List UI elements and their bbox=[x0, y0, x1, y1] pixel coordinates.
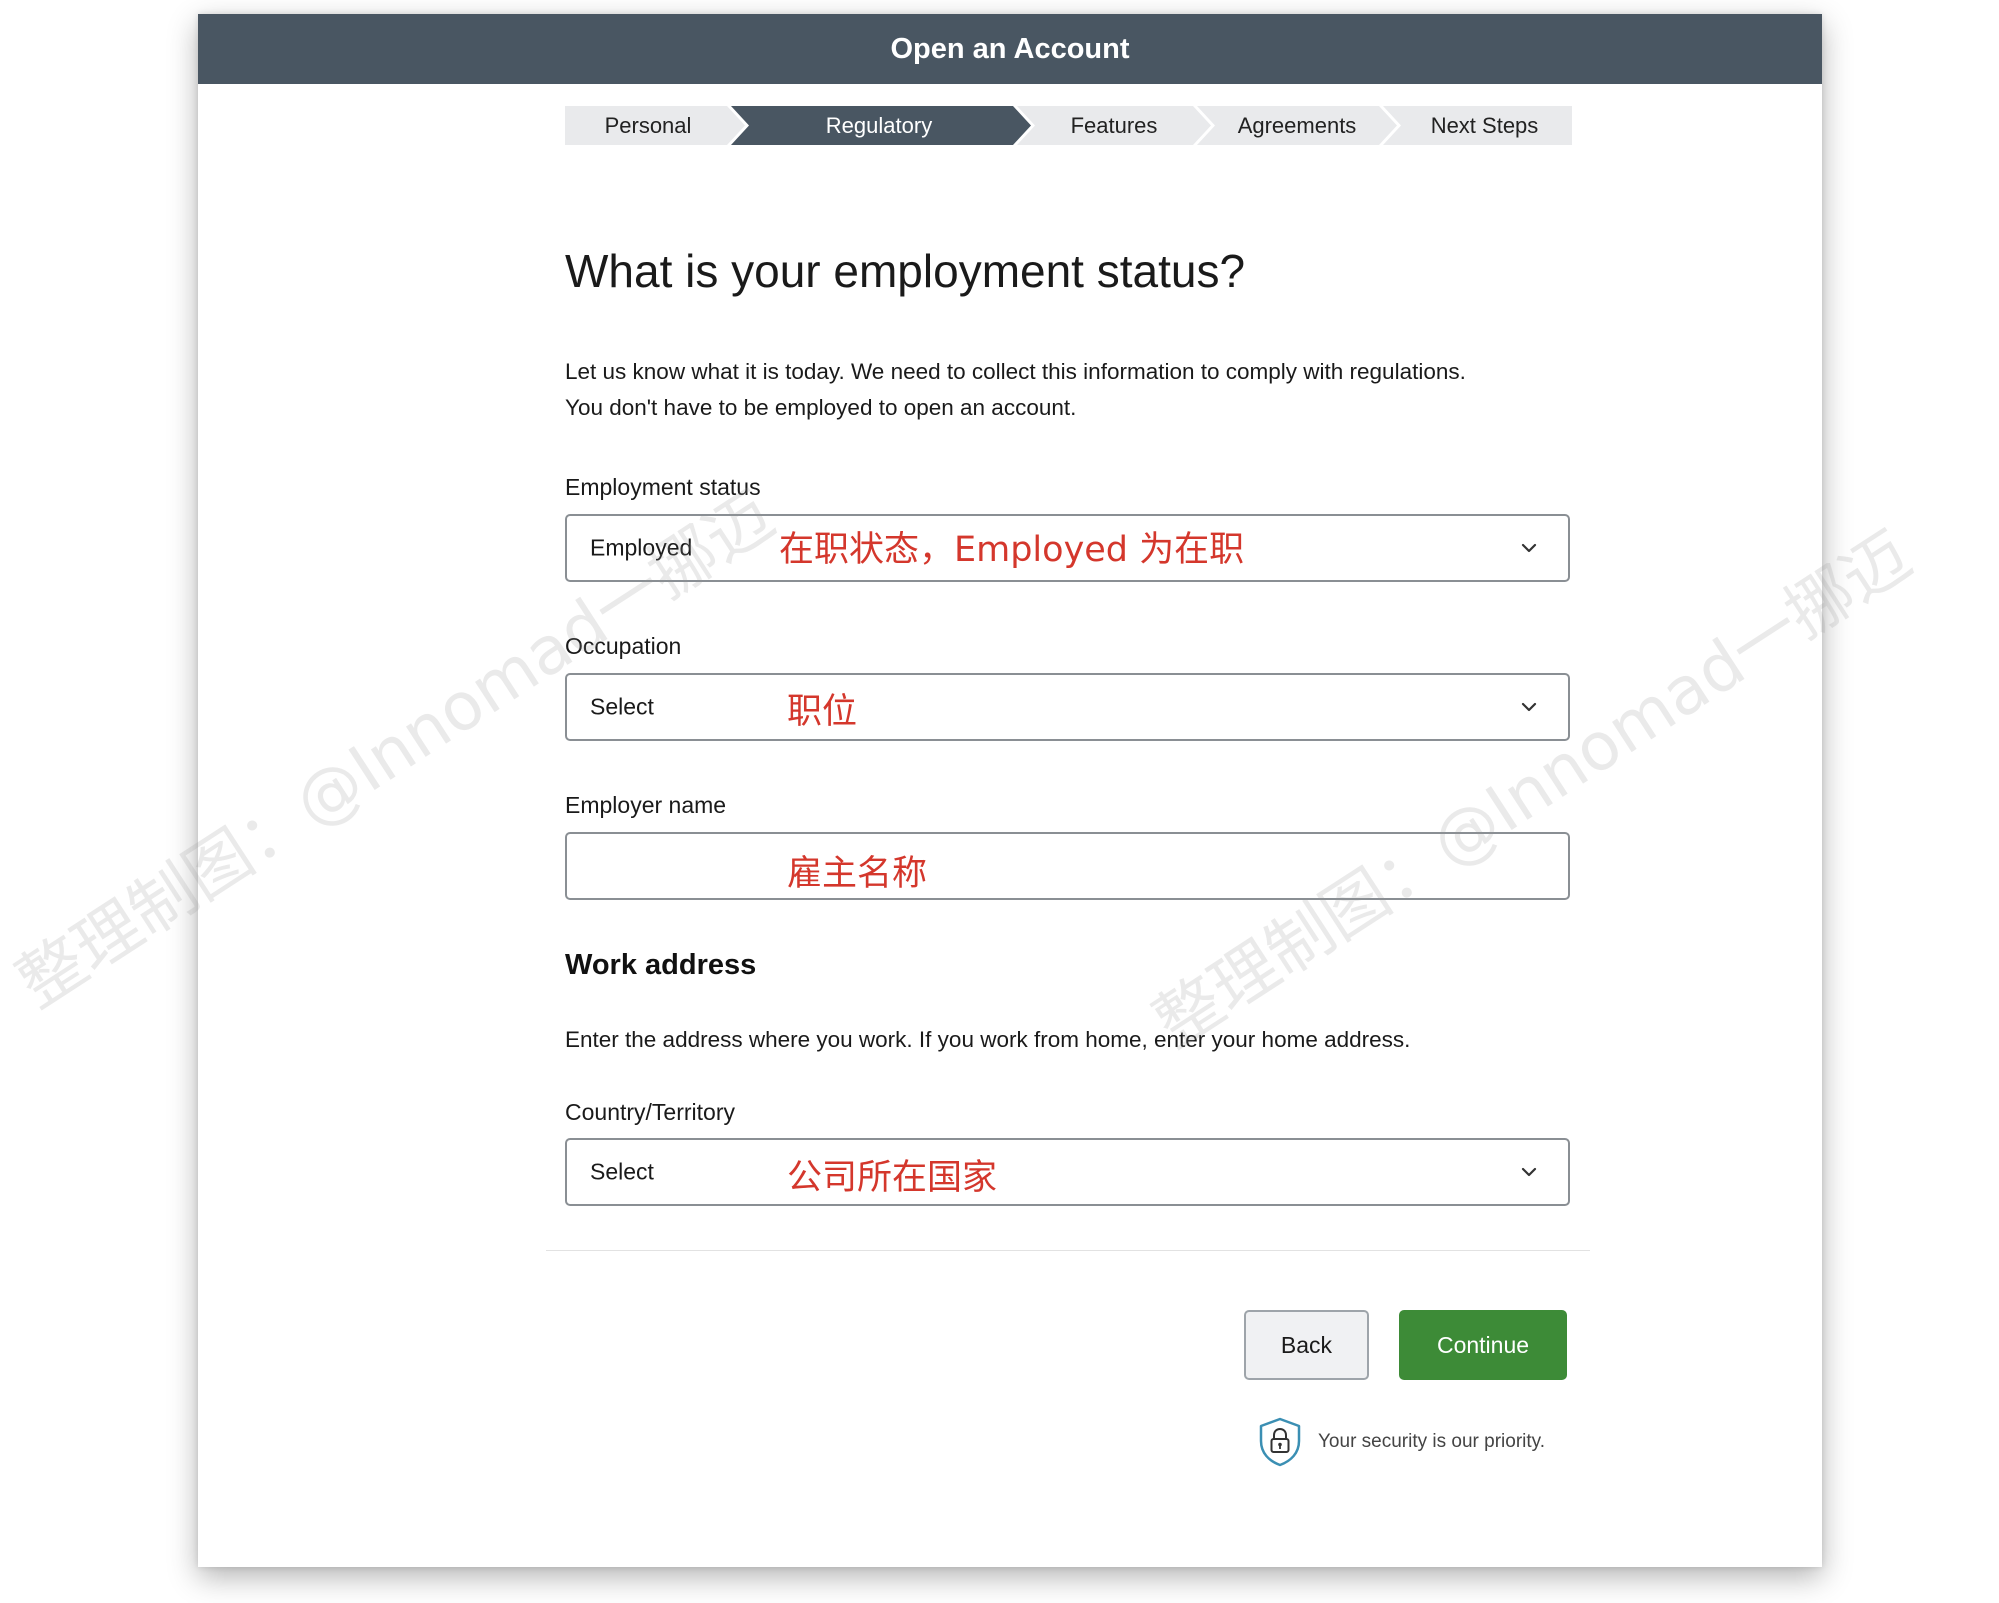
occupation-select[interactable]: Select bbox=[565, 673, 1570, 741]
window-title: Open an Account bbox=[198, 14, 1822, 84]
employer-name-label: Employer name bbox=[565, 792, 727, 818]
chevron-down-icon bbox=[1521, 543, 1537, 553]
employer-name-input[interactable] bbox=[565, 832, 1570, 900]
security-note: Your security is our priority. bbox=[1256, 1414, 1545, 1470]
chevron-down-icon bbox=[1521, 1167, 1537, 1177]
continue-button[interactable]: Continue bbox=[1399, 1310, 1567, 1380]
security-text: Your security is our priority. bbox=[1318, 1431, 1546, 1452]
country-label: Country/Territory bbox=[565, 1099, 735, 1125]
chevron-down-icon bbox=[1521, 702, 1537, 712]
shield-lock-icon bbox=[1259, 1417, 1301, 1467]
intro-line-2: You don't have to be employed to open an… bbox=[565, 395, 1077, 420]
account-window: Open an Account Personal Regulatory Feat… bbox=[198, 14, 1822, 1567]
work-address-title: Work address bbox=[565, 949, 757, 981]
occupation-value: Select bbox=[590, 693, 654, 720]
occupation-label: Occupation bbox=[565, 633, 682, 659]
employment-status-label: Employment status bbox=[565, 474, 761, 500]
progress-stepper: Personal Regulatory Features Agreements … bbox=[565, 106, 1572, 145]
employment-status-value: Employed bbox=[590, 534, 693, 561]
step-agreements[interactable]: Agreements bbox=[1211, 106, 1383, 145]
step-next-steps[interactable]: Next Steps bbox=[1397, 106, 1572, 145]
footer-divider bbox=[546, 1250, 1590, 1251]
step-features[interactable]: Features bbox=[1031, 106, 1197, 145]
employment-status-annotation: 在职状态，Employed 为在职 bbox=[779, 530, 1245, 570]
step-personal[interactable]: Personal bbox=[565, 106, 731, 145]
occupation-annotation: 职位 bbox=[787, 692, 858, 732]
intro-line-1: Let us know what it is today. We need to… bbox=[565, 359, 1466, 384]
page-intro: Let us know what it is today. We need to… bbox=[565, 354, 1572, 426]
country-value: Select bbox=[590, 1158, 654, 1185]
country-select[interactable]: Select bbox=[565, 1138, 1570, 1206]
back-button[interactable]: Back bbox=[1244, 1310, 1369, 1380]
step-regulatory[interactable]: Regulatory bbox=[745, 106, 1013, 145]
employer-name-annotation: 雇主名称 bbox=[787, 854, 928, 894]
page-title: What is your employment status? bbox=[565, 245, 1246, 297]
work-address-description: Enter the address where you work. If you… bbox=[565, 1027, 1411, 1052]
country-annotation: 公司所在国家 bbox=[787, 1158, 998, 1198]
